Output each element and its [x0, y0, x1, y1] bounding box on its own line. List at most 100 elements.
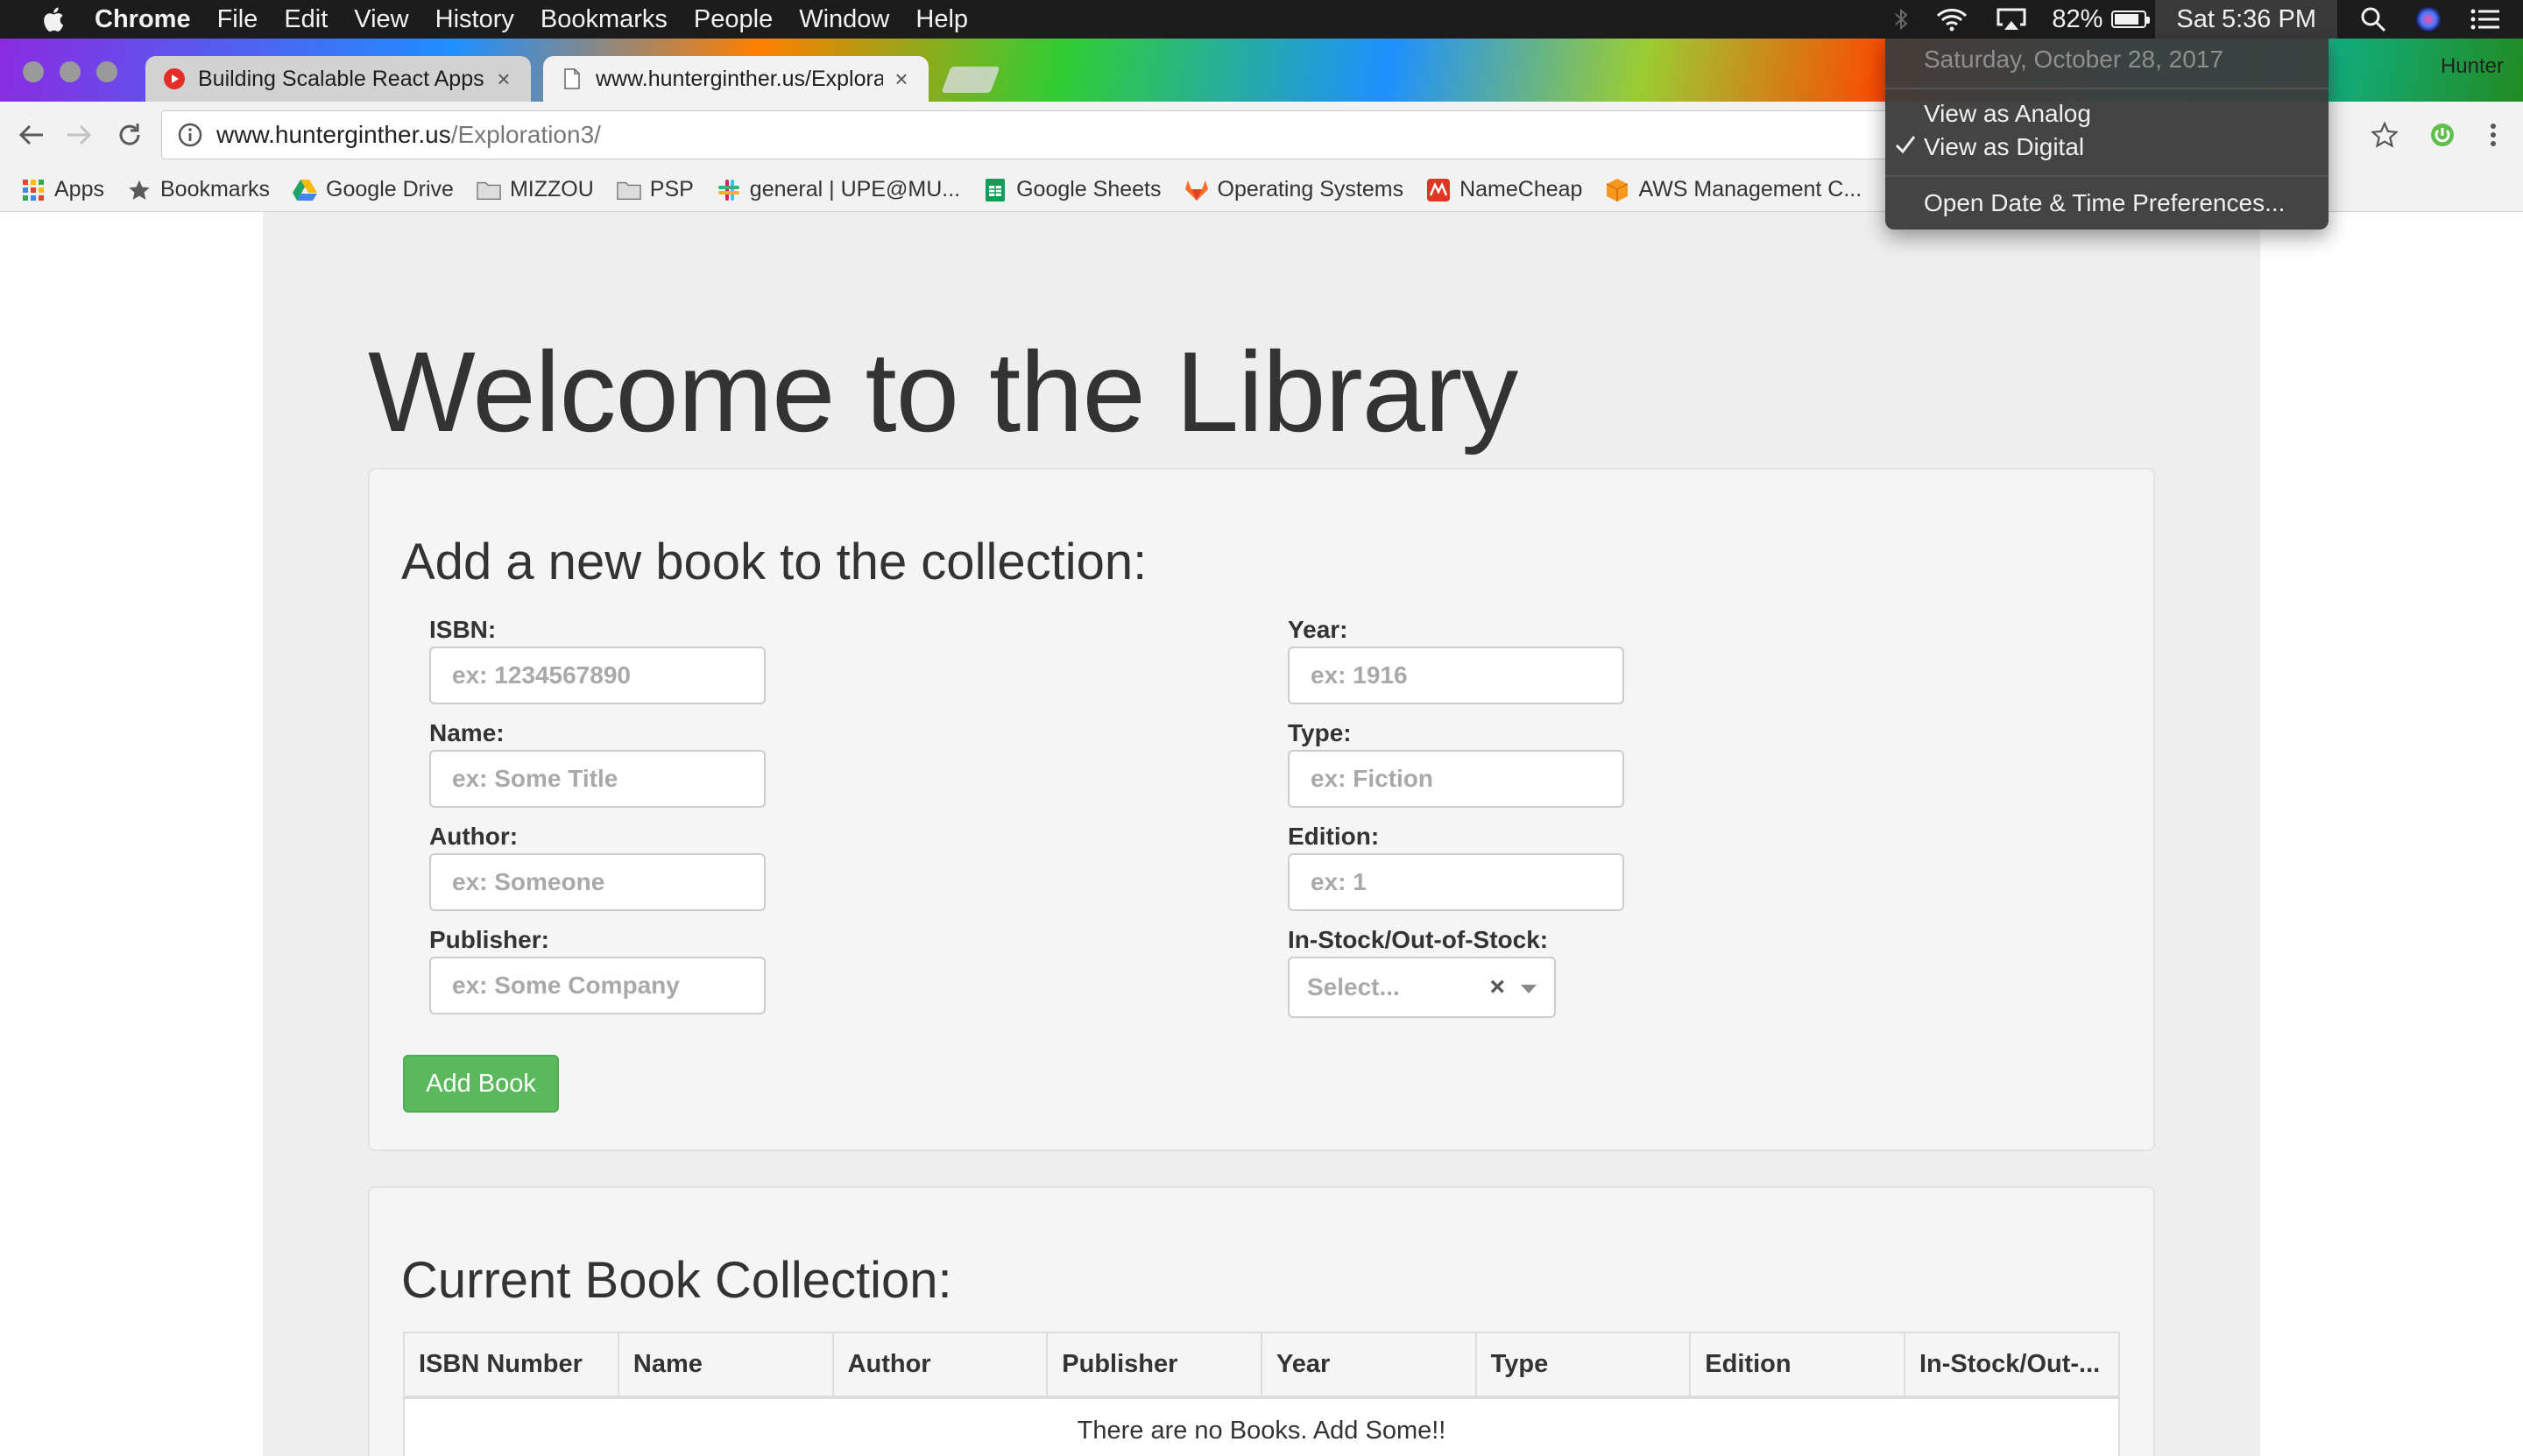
menu-view[interactable]: View: [354, 5, 408, 34]
apple-icon[interactable]: [35, 0, 70, 39]
gitlab-icon: [1184, 178, 1209, 202]
menu-file[interactable]: File: [217, 5, 258, 34]
collection-heading: Current Book Collection:: [401, 1252, 952, 1309]
chevron-down-icon[interactable]: [1521, 985, 1537, 993]
name-input[interactable]: ex: Some Title: [429, 750, 766, 808]
add-book-button[interactable]: Add Book: [403, 1055, 559, 1113]
bookmark-label: PSP: [649, 177, 694, 201]
bookmark-psp[interactable]: PSP: [616, 177, 694, 202]
bookmark-label: general | UPE@MU...: [749, 177, 961, 201]
folder-icon: [477, 178, 501, 202]
bookmark-aws[interactable]: AWS Management C...: [1605, 177, 1862, 202]
column-header-author[interactable]: Author: [831, 1332, 1049, 1399]
tab-hunterginther-exploration3[interactable]: www.hunterginther.us/Explorat ×: [543, 56, 929, 102]
google-drive-icon: [293, 178, 318, 202]
clear-selection-icon[interactable]: ×: [1489, 972, 1505, 1002]
minimize-window-button[interactable]: [60, 61, 81, 82]
new-tab-button[interactable]: [941, 67, 1000, 93]
stock-select-placeholder: Select...: [1307, 973, 1400, 1000]
battery-icon[interactable]: [2111, 11, 2151, 28]
menu-help[interactable]: Help: [915, 5, 968, 34]
name-label: Name:: [429, 719, 505, 746]
bookmark-bookmarks[interactable]: Bookmarks: [127, 177, 270, 202]
author-input[interactable]: ex: Someone: [429, 853, 766, 911]
bookmark-label: Google Sheets: [1016, 177, 1162, 201]
profile-name[interactable]: Hunter: [2441, 54, 2504, 79]
edition-label: Edition:: [1288, 823, 1380, 850]
url-path: /Exploration3/: [450, 121, 601, 148]
empty-table-message: There are no Books. Add Some!!: [403, 1396, 2120, 1456]
menu-edit[interactable]: Edit: [284, 5, 328, 34]
bookmark-namecheap[interactable]: NameCheap: [1426, 177, 1582, 202]
google-sheets-icon: [983, 178, 1007, 202]
youtube-icon: [163, 67, 186, 90]
edition-input[interactable]: ex: 1: [1288, 853, 1624, 911]
bookmark-star-icon[interactable]: [2367, 117, 2402, 152]
column-header-isbn[interactable]: ISBN Number: [403, 1332, 619, 1399]
menu-window[interactable]: Window: [799, 5, 889, 34]
menu-history[interactable]: History: [435, 5, 514, 34]
stock-select[interactable]: Select... ×: [1288, 957, 1556, 1018]
type-input[interactable]: ex: Fiction: [1288, 750, 1624, 808]
column-header-name[interactable]: Name: [617, 1332, 834, 1399]
siri-icon[interactable]: [2414, 5, 2442, 33]
apps-grid-icon: [21, 178, 46, 202]
isbn-input[interactable]: ex: 1234567890: [429, 647, 766, 704]
view-as-digital-item[interactable]: View as Digital: [1924, 133, 2084, 161]
aws-icon: [1605, 178, 1629, 202]
menu-bookmarks[interactable]: Bookmarks: [541, 5, 668, 34]
view-as-analog-item[interactable]: View as Analog: [1924, 100, 2091, 128]
column-header-edition[interactable]: Edition: [1689, 1332, 1905, 1399]
year-input[interactable]: ex: 1916: [1288, 647, 1624, 704]
author-label: Author:: [429, 823, 519, 850]
bookmark-label: Google Drive: [326, 177, 454, 201]
bookmark-google-sheets[interactable]: Google Sheets: [983, 177, 1162, 202]
bookmark-apps[interactable]: Apps: [21, 177, 104, 202]
bookmark-google-drive[interactable]: Google Drive: [293, 177, 454, 202]
spotlight-search-icon[interactable]: [2360, 6, 2386, 32]
close-window-button[interactable]: [23, 61, 44, 82]
airplay-icon[interactable]: [1996, 7, 2027, 32]
bookmark-operating-systems[interactable]: Operating Systems: [1184, 177, 1403, 202]
clock-dropdown-menu: Saturday, October 28, 2017 View as Analo…: [1885, 39, 2329, 230]
clock[interactable]: Sat 5:36 PM: [2155, 0, 2337, 39]
menu-separator: [1885, 88, 2329, 89]
menu-app-name[interactable]: Chrome: [95, 5, 191, 34]
namecheap-icon: [1426, 178, 1451, 202]
wifi-icon[interactable]: [1936, 7, 1968, 32]
bookmark-label: Bookmarks: [159, 177, 271, 201]
column-header-stock[interactable]: In-Stock/Out-...: [1904, 1332, 2120, 1399]
bookmark-general-upe[interactable]: general | UPE@MU...: [717, 177, 960, 202]
publisher-input[interactable]: ex: Some Company: [429, 957, 766, 1014]
menu-people[interactable]: People: [694, 5, 773, 34]
column-header-publisher[interactable]: Publisher: [1046, 1332, 1263, 1399]
back-arrow-icon[interactable]: [14, 117, 49, 152]
page-title: Welcome to the Library: [368, 328, 1518, 456]
extension-icon[interactable]: [2425, 117, 2460, 152]
forward-arrow-icon[interactable]: [61, 117, 96, 152]
url-host: www.hunterginther.us: [216, 121, 451, 148]
chrome-menu-icon[interactable]: [2476, 117, 2511, 152]
close-tab-icon[interactable]: ×: [494, 66, 513, 93]
bookmark-label: Apps: [54, 177, 104, 201]
site-info-icon[interactable]: [178, 123, 202, 147]
close-tab-icon[interactable]: ×: [892, 66, 911, 93]
notification-center-icon[interactable]: [2470, 8, 2500, 31]
date-time-preferences-item[interactable]: Open Date & Time Preferences...: [1924, 189, 2285, 217]
column-header-year[interactable]: Year: [1261, 1332, 1477, 1399]
publisher-label: Publisher:: [429, 926, 549, 953]
tab-building-scalable-react-apps[interactable]: Building Scalable React Apps | ×: [145, 56, 531, 102]
star-icon: [127, 178, 152, 202]
bluetooth-icon[interactable]: [1894, 8, 1908, 31]
table-row: There are no Books. Add Some!!: [403, 1396, 2120, 1456]
column-header-type[interactable]: Type: [1474, 1332, 1692, 1399]
tab-title: www.hunterginther.us/Explorat: [596, 66, 883, 91]
bookmark-label: AWS Management C...: [1638, 177, 1862, 201]
year-label: Year:: [1288, 616, 1348, 643]
zoom-window-button[interactable]: [96, 61, 117, 82]
type-label: Type:: [1288, 719, 1352, 746]
window-controls: [23, 61, 117, 82]
reload-icon[interactable]: [112, 117, 147, 152]
bookmark-mizzou[interactable]: MIZZOU: [477, 177, 594, 202]
folder-icon: [616, 178, 641, 202]
